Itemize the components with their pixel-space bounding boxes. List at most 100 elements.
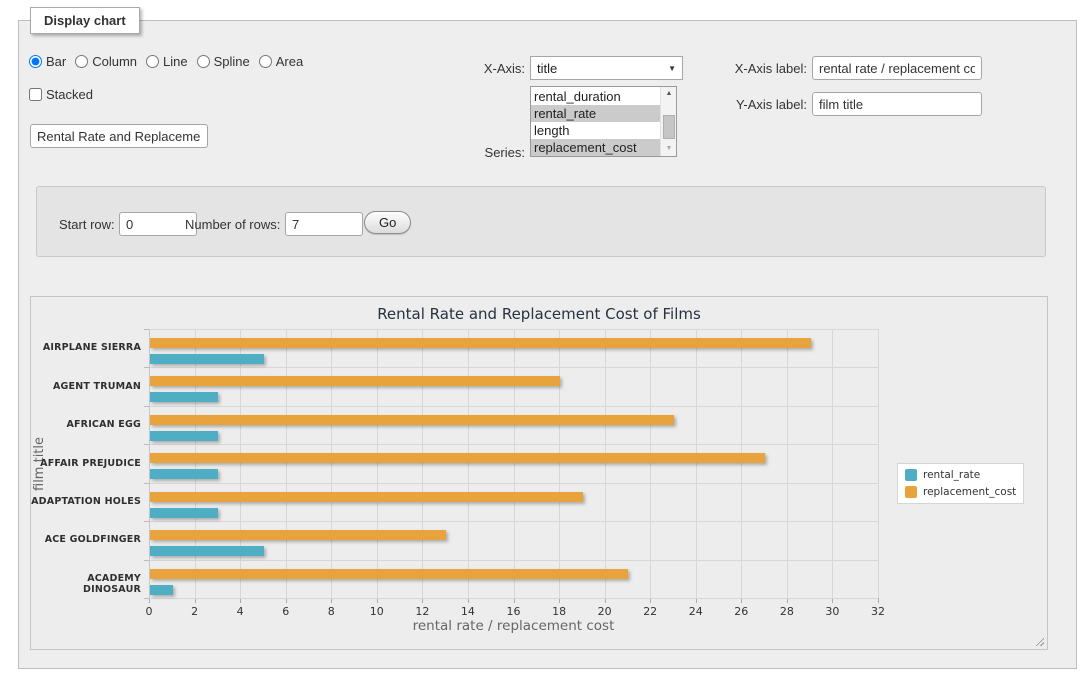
gridline — [377, 329, 378, 598]
x-axis-select-value: title — [537, 61, 557, 76]
bar-replacement-cost[interactable] — [150, 338, 811, 348]
gridline — [787, 329, 788, 598]
gridline — [559, 329, 560, 598]
legend-label: rental_rate — [923, 469, 980, 481]
scroll-down-icon[interactable]: ▼ — [661, 142, 677, 156]
chart-title: Rental Rate and Replacement Cost of Film… — [31, 305, 1047, 323]
y-category-label: AFFAIR PREJUDICE — [31, 458, 141, 469]
x-axis-label-label: X-Axis label: — [669, 61, 807, 76]
series-option-replacement-cost[interactable]: replacement_cost — [531, 139, 660, 156]
legend-swatch-icon — [905, 486, 917, 498]
chart-type-radio-line[interactable] — [146, 55, 159, 68]
x-tick-label: 20 — [590, 605, 620, 618]
x-axis-tick — [878, 598, 879, 603]
x-axis-label-input[interactable] — [812, 56, 982, 80]
x-tick-label: 30 — [817, 605, 847, 618]
gridline — [650, 329, 651, 598]
bar-replacement-cost[interactable] — [150, 415, 674, 425]
bar-rental-rate[interactable] — [150, 508, 218, 518]
x-tick-label: 4 — [225, 605, 255, 618]
number-of-rows-input[interactable] — [285, 212, 363, 236]
bar-rental-rate[interactable] — [150, 392, 218, 402]
bar-replacement-cost[interactable] — [150, 376, 560, 386]
bar-rental-rate[interactable] — [150, 546, 264, 556]
x-tick-label: 14 — [453, 605, 483, 618]
y-category-label: AIRPLANE SIERRA — [31, 342, 141, 353]
gridline — [468, 329, 469, 598]
series-option-rental-duration[interactable]: rental_duration — [531, 88, 660, 105]
number-of-rows-label: Number of rows: — [185, 217, 280, 232]
series-options: rental_durationrental_ratelengthreplacem… — [531, 88, 660, 156]
x-tick-label: 32 — [863, 605, 893, 618]
chart-type-radio-bar[interactable] — [29, 55, 42, 68]
x-tick-label: 8 — [316, 605, 346, 618]
gridline — [286, 329, 287, 598]
bar-rental-rate[interactable] — [150, 431, 218, 441]
chart-type-radio-area[interactable] — [259, 55, 272, 68]
y-axis-tick — [144, 598, 149, 599]
y-axis-line — [149, 329, 150, 598]
chart-type-option-label: Spline — [214, 54, 250, 69]
chart-type-radio-spline[interactable] — [197, 55, 210, 68]
chart-container: Rental Rate and Replacement Cost of Film… — [30, 296, 1048, 650]
gridline — [605, 329, 606, 598]
gridline — [514, 329, 515, 598]
resize-grip-icon[interactable] — [1033, 635, 1044, 646]
stacked-checkbox[interactable] — [29, 88, 42, 101]
x-tick-label: 2 — [180, 605, 210, 618]
stacked-row: Stacked — [29, 87, 93, 102]
gridline — [149, 444, 878, 445]
x-tick-label: 12 — [407, 605, 437, 618]
x-tick-label: 6 — [271, 605, 301, 618]
y-axis-label-label: Y-Axis label: — [669, 97, 807, 112]
series-option-length[interactable]: length — [531, 122, 660, 139]
chart-title-input[interactable] — [30, 124, 208, 148]
bar-rental-rate[interactable] — [150, 469, 218, 479]
chart-type-radios: Bar Column Line Spline Area — [29, 54, 303, 69]
bar-replacement-cost[interactable] — [150, 492, 583, 502]
series-listbox[interactable]: rental_durationrental_ratelengthreplacem… — [530, 86, 677, 157]
chart-type-option-spline[interactable]: Spline — [197, 54, 250, 69]
chart-type-option-line[interactable]: Line — [146, 54, 188, 69]
bar-replacement-cost[interactable] — [150, 569, 628, 579]
x-tick-label: 22 — [635, 605, 665, 618]
stacked-label: Stacked — [46, 87, 93, 102]
legend-item-replacement-cost[interactable]: replacement_cost — [905, 486, 1016, 498]
gridline — [149, 483, 878, 484]
bar-rental-rate[interactable] — [150, 585, 173, 595]
chart-type-option-column[interactable]: Column — [75, 54, 137, 69]
x-axis-select[interactable]: title ▼ — [530, 56, 683, 80]
scrollbar-thumb[interactable] — [663, 115, 675, 139]
legend-item-rental-rate[interactable]: rental_rate — [905, 469, 1016, 481]
bar-replacement-cost[interactable] — [150, 453, 765, 463]
row-range-panel: Start row: Number of rows: Go — [36, 186, 1046, 257]
y-category-label: AGENT TRUMAN — [31, 381, 141, 392]
x-tick-label: 0 — [134, 605, 164, 618]
gridline — [832, 329, 833, 598]
gridline — [240, 329, 241, 598]
gridline — [149, 406, 878, 407]
bar-replacement-cost[interactable] — [150, 530, 446, 540]
gridline — [149, 598, 878, 599]
stacked-option[interactable]: Stacked — [29, 87, 93, 102]
x-tick-label: 26 — [726, 605, 756, 618]
bar-rental-rate[interactable] — [150, 354, 264, 364]
go-button[interactable]: Go — [364, 211, 411, 234]
x-tick-label: 18 — [544, 605, 574, 618]
gridline — [149, 367, 878, 368]
y-category-label: ACADEMY DINOSAUR — [31, 573, 141, 595]
gridline — [696, 329, 697, 598]
chart-type-radio-column[interactable] — [75, 55, 88, 68]
chart-type-option-label: Area — [276, 54, 303, 69]
chart-type-option-label: Bar — [46, 54, 66, 69]
y-category-label: ACE GOLDFINGER — [31, 534, 141, 545]
x-tick-label: 16 — [499, 605, 529, 618]
gridline — [149, 521, 878, 522]
chart-type-option-area[interactable]: Area — [259, 54, 303, 69]
y-axis-label-input[interactable] — [812, 92, 982, 116]
y-category-label: AFRICAN EGG — [31, 419, 141, 430]
gridline — [195, 329, 196, 598]
series-list-label: Series: — [399, 145, 525, 160]
chart-type-option-bar[interactable]: Bar — [29, 54, 66, 69]
series-option-rental-rate[interactable]: rental_rate — [531, 105, 660, 122]
